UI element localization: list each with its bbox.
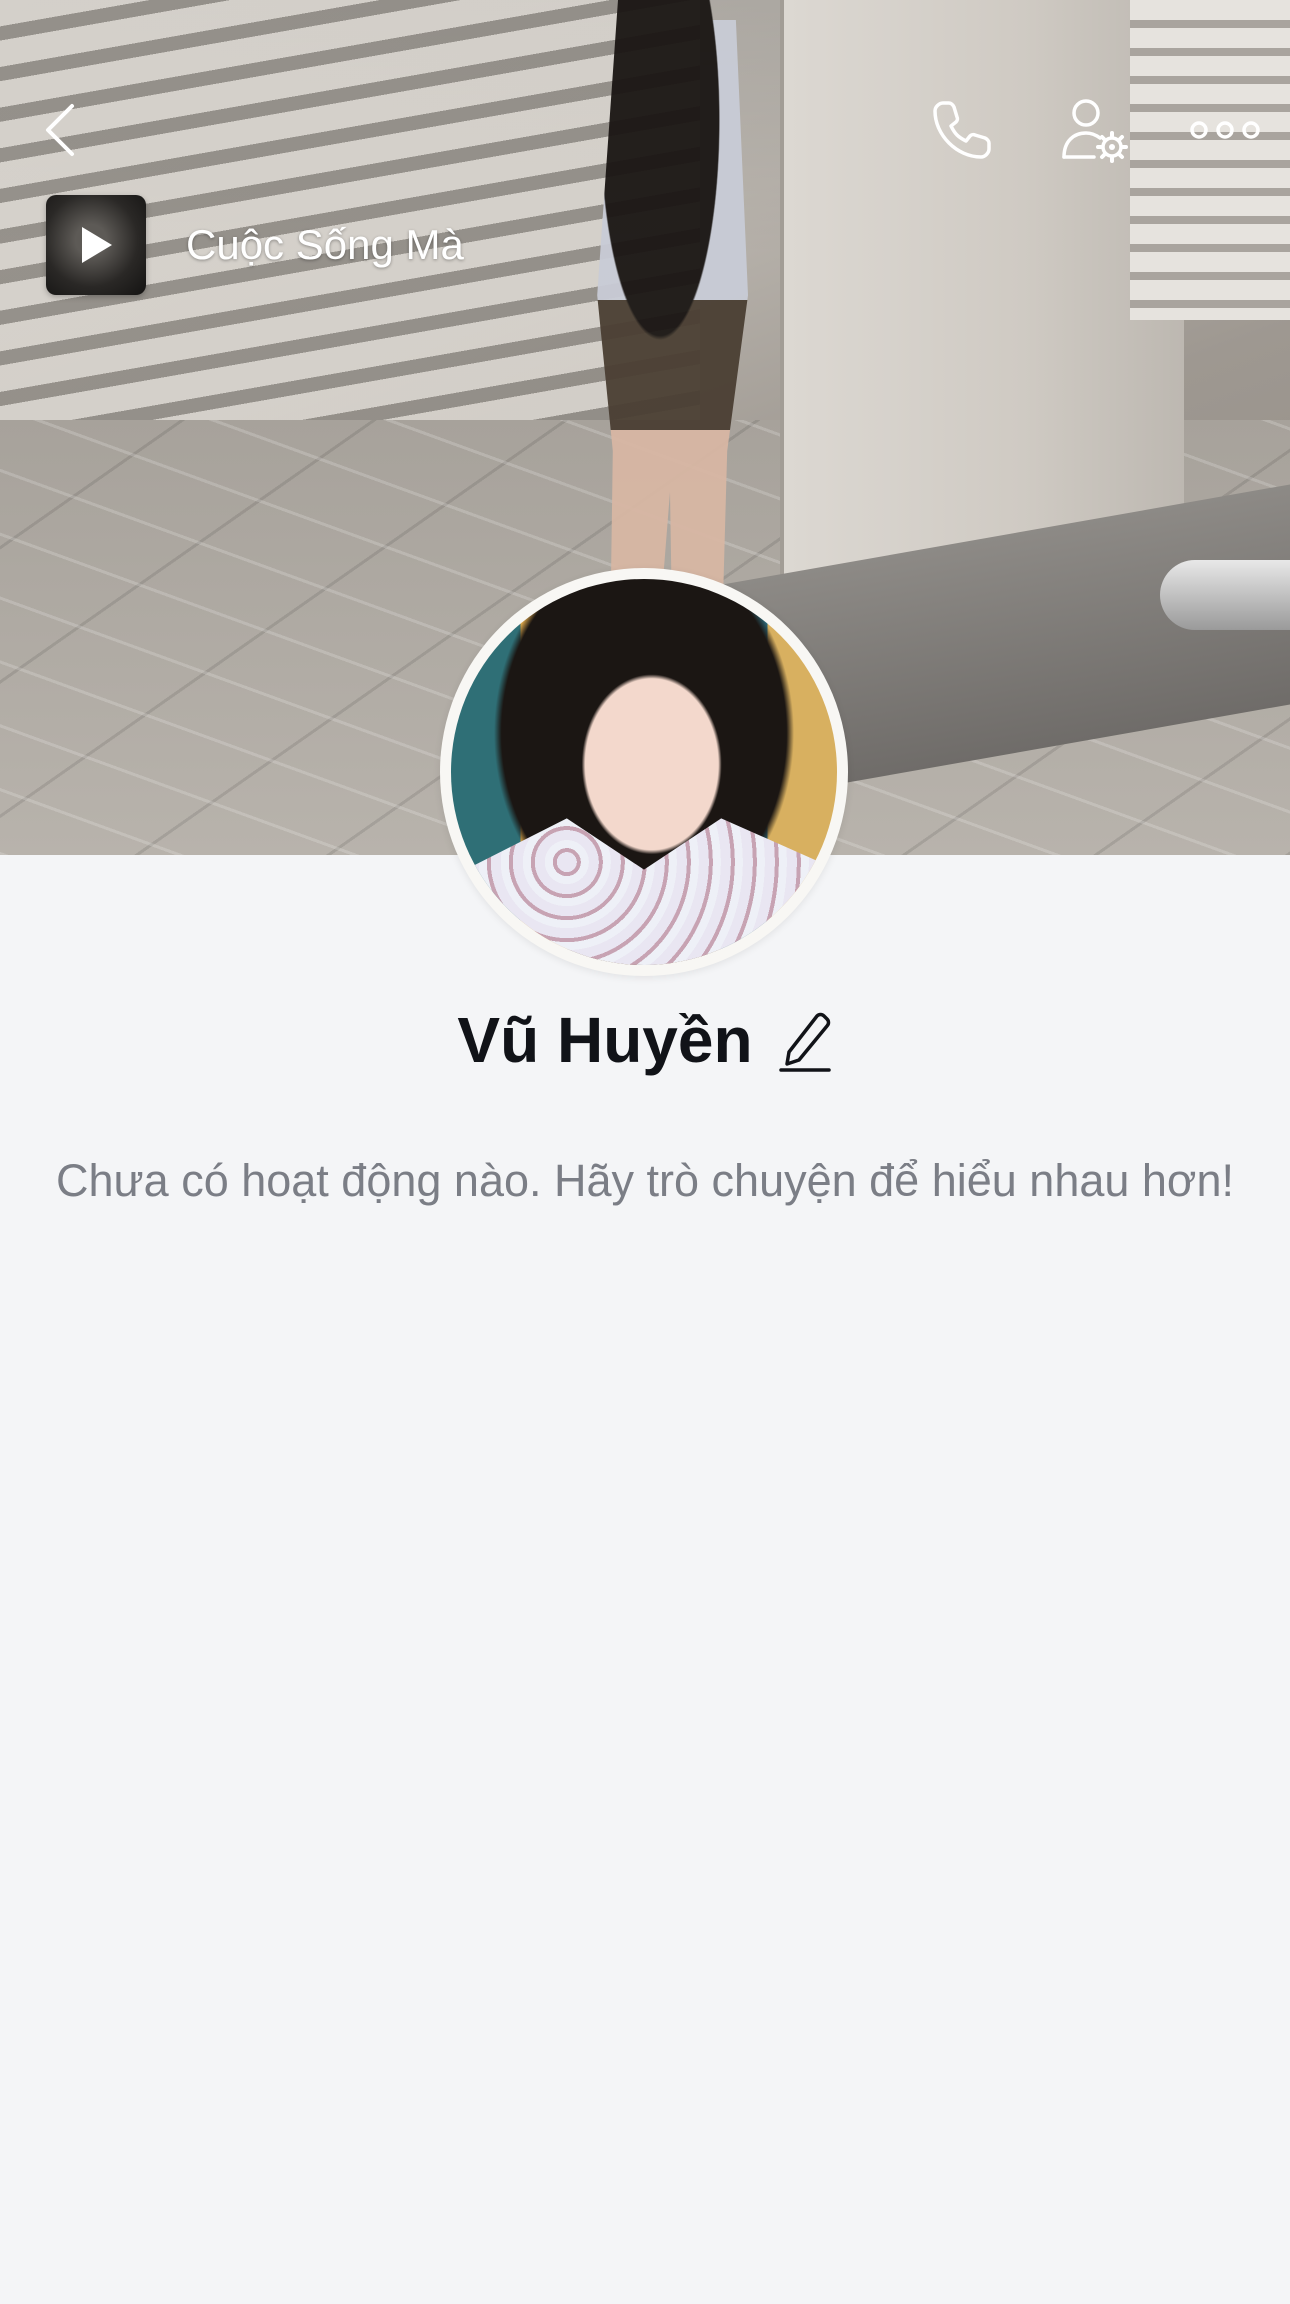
call-button[interactable]: [920, 80, 1004, 180]
profile-name-row: Vũ Huyền: [0, 1000, 1290, 1080]
pencil-icon: [778, 1012, 831, 1072]
empty-activity-message: Chưa có hoạt động nào. Hãy trò chuyện để…: [56, 1155, 1234, 1206]
call-icon: [933, 101, 991, 159]
user-settings-button[interactable]: [1050, 80, 1140, 180]
cover-pipe: [1160, 560, 1290, 630]
user-settings-icon: [1062, 99, 1128, 163]
avatar-photo: [451, 579, 837, 965]
edit-name-button[interactable]: [777, 1008, 833, 1072]
music-title: Cuộc Sống Mà: [186, 221, 464, 268]
avatar-shirt: [451, 818, 837, 965]
back-button[interactable]: [30, 80, 90, 180]
more-icon: [1190, 121, 1260, 139]
chevron-left-icon: [46, 104, 74, 156]
top-bar: [0, 80, 1290, 180]
music-thumbnail[interactable]: [46, 195, 146, 295]
profile-name: Vũ Huyền: [457, 1004, 753, 1076]
avatar[interactable]: [440, 568, 848, 976]
profile-music[interactable]: Cuộc Sống Mà: [46, 195, 464, 295]
more-button[interactable]: [1180, 80, 1270, 180]
play-icon: [82, 227, 112, 263]
